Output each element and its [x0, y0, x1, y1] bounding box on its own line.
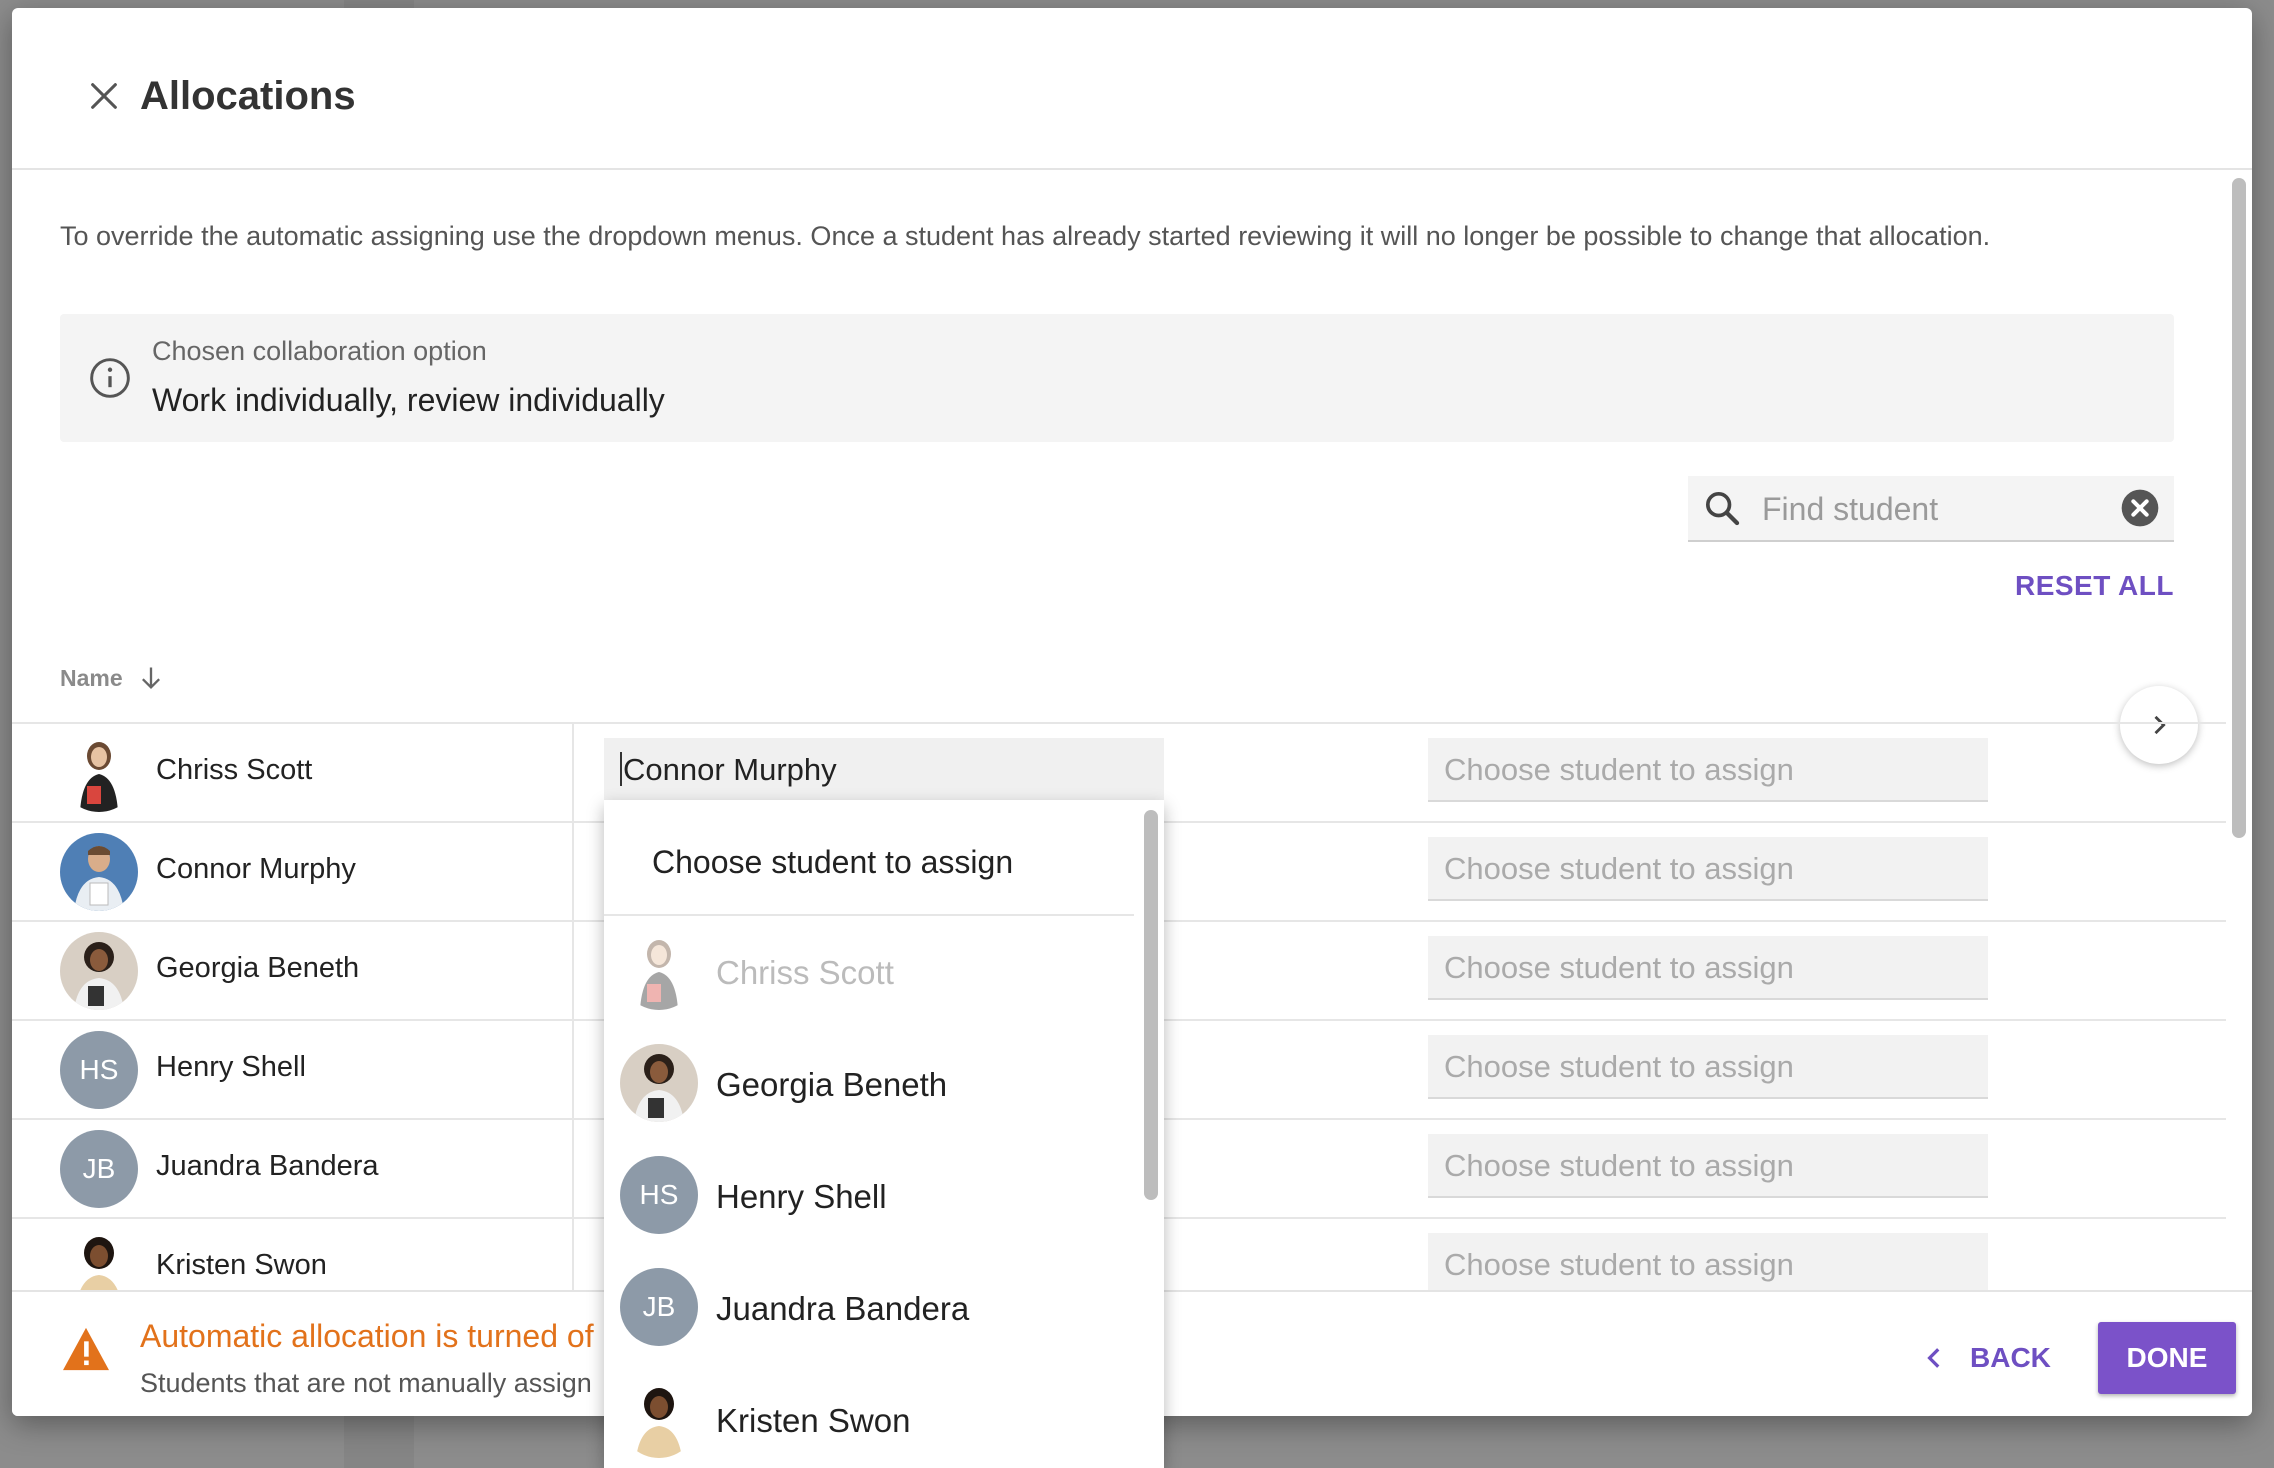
info-label: Chosen collaboration option [152, 336, 487, 366]
name-cell: Georgia Beneth [12, 922, 574, 1019]
find-student-search [1688, 476, 2174, 542]
name-cell: Kristen Swon [12, 1219, 574, 1290]
dropdown-option-none[interactable]: Choose student to assign [604, 800, 1134, 916]
dropdown-option-name: Henry Shell [716, 1178, 887, 1215]
done-button[interactable]: DONE [2098, 1322, 2236, 1394]
close-icon [91, 83, 117, 109]
assign-select-2[interactable]: Choose student to assign [1428, 738, 1988, 802]
assign-select-placeholder: Choose student to assign [1444, 752, 1794, 787]
avatar [60, 734, 138, 812]
assign-select-placeholder: Choose student to assign [1444, 851, 1794, 886]
assign-select-2[interactable]: Choose student to assign [1428, 1233, 1988, 1290]
avatar [60, 932, 138, 1010]
dialog-scrollbar[interactable] [2232, 178, 2246, 838]
avatar [60, 1229, 138, 1290]
dropdown-option-name: Chriss Scott [716, 954, 894, 991]
warning-subtext: Students that are not manually assign [140, 1368, 592, 1398]
student-name: Kristen Swon [156, 1249, 327, 1281]
reset-all-button[interactable]: RESET ALL [2015, 570, 2174, 602]
student-name: Juandra Bandera [156, 1150, 379, 1182]
name-cell: Chriss Scott [12, 724, 574, 821]
search-input[interactable] [1760, 484, 2104, 534]
student-name: Georgia Beneth [156, 952, 360, 984]
avatar [620, 1380, 698, 1458]
assign-select-placeholder: Choose student to assign [1444, 1148, 1794, 1183]
dropdown-scrollbar[interactable] [1144, 810, 1158, 1200]
name-column-label: Name [60, 664, 123, 691]
dropdown-option[interactable]: Kristen Swon [604, 1364, 1134, 1468]
warning-icon [63, 1327, 109, 1371]
name-column-header[interactable]: Name [60, 664, 165, 692]
text-cursor [620, 752, 622, 786]
collaboration-info-box: Chosen collaboration option Work individ… [60, 314, 2174, 442]
assign-select-2[interactable]: Choose student to assign [1428, 1134, 1988, 1198]
student-name: Chriss Scott [156, 754, 313, 786]
dropdown-option[interactable]: HS Henry Shell [604, 1140, 1134, 1252]
assign-select-placeholder: Choose student to assign [1444, 950, 1794, 985]
back-button[interactable]: BACK [1922, 1326, 2051, 1390]
info-value: Work individually, review individually [152, 382, 665, 418]
assign-dropdown-menu: Choose student to assign Chriss Scott Ge… [604, 800, 1164, 1468]
assign-select-2[interactable]: Choose student to assign [1428, 837, 1988, 901]
dropdown-option[interactable]: JB Juandra Bandera [604, 1252, 1134, 1364]
student-name: Henry Shell [156, 1051, 306, 1083]
avatar: JB [60, 1130, 138, 1208]
assign-select-1[interactable]: Connor Murphy [604, 738, 1164, 803]
avatar [620, 932, 698, 1010]
clear-search-icon[interactable] [2120, 488, 2160, 528]
info-icon [90, 358, 130, 398]
dropdown-option[interactable]: Georgia Beneth [604, 1028, 1134, 1140]
search-icon [1706, 492, 1740, 526]
sort-arrow-down-icon [141, 667, 160, 689]
name-cell: Connor Murphy [12, 823, 574, 920]
intro-text: To override the automatic assigning use … [60, 221, 1991, 251]
dialog-header: Allocations [12, 8, 2252, 170]
assign-select-2[interactable]: Choose student to assign [1428, 936, 1988, 1000]
dropdown-option-name: Georgia Beneth [716, 1066, 948, 1103]
avatar: HS [620, 1156, 698, 1234]
dropdown-option-name: Kristen Swon [716, 1402, 911, 1439]
assign-select-placeholder: Choose student to assign [1444, 1247, 1794, 1282]
dropdown-option: Chriss Scott [604, 916, 1134, 1028]
student-name: Connor Murphy [156, 853, 356, 885]
dialog-title: Allocations [140, 74, 356, 118]
dropdown-option-name: Juandra Bandera [716, 1290, 970, 1327]
back-label: BACK [1970, 1342, 2051, 1373]
assign-select-2[interactable]: Choose student to assign [1428, 1035, 1988, 1099]
close-button[interactable] [72, 64, 136, 128]
avatar [60, 833, 138, 911]
assign-select-placeholder: Choose student to assign [1444, 1049, 1794, 1084]
avatar [620, 1044, 698, 1122]
avatar: JB [620, 1268, 698, 1346]
warning-title: Automatic allocation is turned of [140, 1318, 594, 1354]
name-cell: HS Henry Shell [12, 1021, 574, 1118]
avatar: HS [60, 1031, 138, 1109]
assign-select-value: Connor Murphy [623, 752, 837, 787]
chevron-left-icon [1927, 1348, 1940, 1368]
name-cell: JB Juandra Bandera [12, 1120, 574, 1217]
